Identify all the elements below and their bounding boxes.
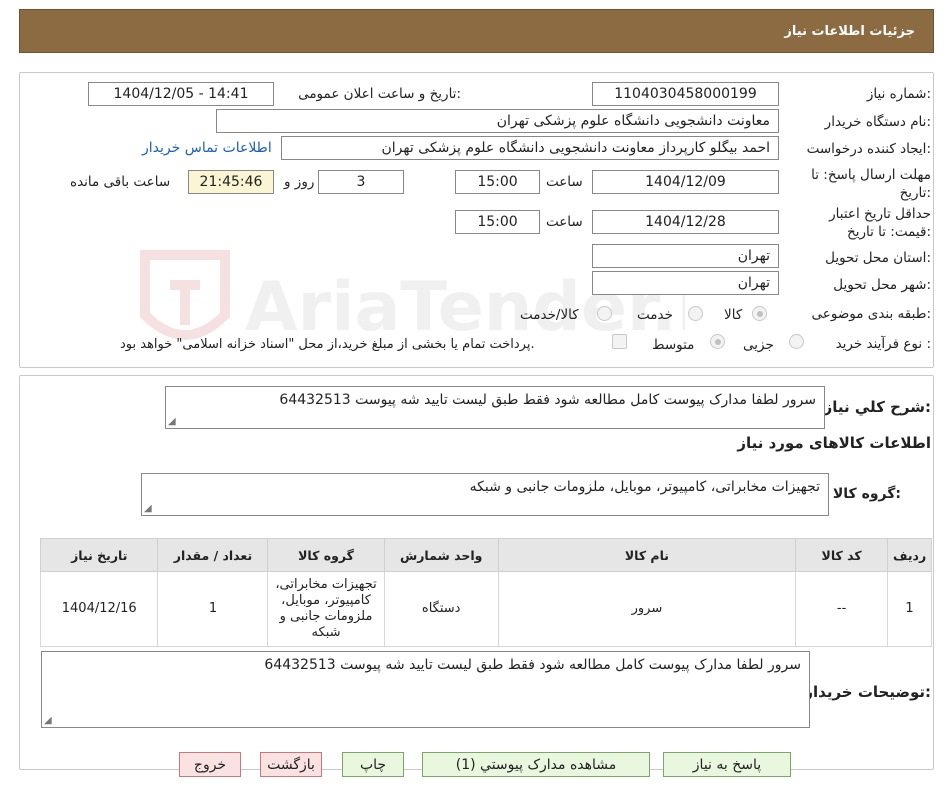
need-number-label: شماره نیاز: xyxy=(866,86,931,102)
remaining-time-label: ساعت باقی مانده xyxy=(70,174,171,190)
col-qty: تعداد / مقدار xyxy=(157,538,269,572)
announce-field: 1404/12/05 - 14:41 xyxy=(88,82,274,106)
col-code: کد کالا xyxy=(795,538,889,572)
city-field: تهران xyxy=(592,271,779,295)
buyer-notes-text: سرور لطفا مدارک پیوست کامل مطالعه شود فق… xyxy=(264,657,801,673)
cell-row: 1 xyxy=(887,571,932,647)
validity-label-line2: قیمت: تا تاریخ: xyxy=(846,224,931,240)
cell-code: -- xyxy=(795,571,889,647)
col-date: تاریخ نیاز xyxy=(39,538,159,572)
reply-button[interactable]: پاسخ به نیاز xyxy=(663,752,791,777)
category-option-goods: کالا xyxy=(724,307,743,323)
cell-group: تجهیزات مخابراتی، کامپیوتر، موبایل، ملزو… xyxy=(267,571,385,647)
cell-group-line: ملزومات جانبی و xyxy=(279,609,373,624)
remaining-days-field: 3 xyxy=(318,170,404,194)
view-attachments-button[interactable]: مشاهده مدارک پیوستي (1) xyxy=(422,752,650,777)
resize-grip-icon[interactable]: ◢ xyxy=(144,503,152,514)
cell-date: 1404/12/16 xyxy=(39,571,159,647)
province-field: تهران xyxy=(592,244,779,268)
exit-button[interactable]: خروج xyxy=(179,752,241,777)
summary-textarea[interactable]: سرور لطفا مدارک پیوست کامل مطالعه شود فق… xyxy=(165,386,825,429)
page-header: جزئیات اطلاعات نیاز xyxy=(19,9,934,53)
col-group: گروه کالا xyxy=(267,538,385,572)
cell-group-line: کامپیوتر، موبایل، xyxy=(281,593,371,608)
items-table: ردیف کد کالا نام کالا واحد شمارش گروه کا… xyxy=(39,538,932,647)
validity-time-label: ساعت xyxy=(546,214,583,230)
province-label: استان محل تحویل: xyxy=(825,250,931,266)
need-number-field: 1104030458000199 xyxy=(592,82,779,106)
goods-group-text: تجهیزات مخابراتی، کامپیوتر، موبایل، ملزو… xyxy=(469,479,820,495)
buyer-notes-textarea[interactable]: سرور لطفا مدارک پیوست کامل مطالعه شود فق… xyxy=(41,651,810,728)
deadline-label-line2: تاریخ: xyxy=(899,185,931,201)
cell-group-line: شبکه xyxy=(311,625,341,640)
days-label: روز و xyxy=(284,174,315,190)
category-radio-both[interactable] xyxy=(597,306,612,321)
validity-time-field: 15:00 xyxy=(455,210,540,234)
category-label: طبقه بندی موضوعی: xyxy=(811,306,931,322)
cell-qty: 1 xyxy=(157,571,269,647)
cell-name: سرور xyxy=(497,571,797,647)
buyer-org-label: نام دستگاه خریدار: xyxy=(824,114,931,130)
buyer-notes-label: توضیحات خریدار: xyxy=(804,683,931,701)
resize-grip-icon[interactable]: ◢ xyxy=(168,416,176,427)
category-radio-service[interactable] xyxy=(688,306,703,321)
col-row: ردیف xyxy=(887,538,932,572)
deadline-label: مهلت ارسال پاسخ: تا تاریخ: xyxy=(811,166,931,202)
process-radio-medium[interactable] xyxy=(710,334,725,349)
process-option-medium: متوسط xyxy=(652,337,695,353)
cell-unit: دستگاه xyxy=(383,571,499,647)
table-row: 1 -- سرور دستگاه تجهیزات مخابراتی، کامپی… xyxy=(39,571,932,647)
back-button[interactable]: بازگشت xyxy=(260,752,322,777)
category-option-both: کالا/خدمت xyxy=(520,307,579,323)
table-header-row: ردیف کد کالا نام کالا واحد شمارش گروه کا… xyxy=(39,538,932,572)
process-radio-minor[interactable] xyxy=(789,334,804,349)
page-title: جزئیات اطلاعات نیاز xyxy=(784,23,915,39)
validity-date-field: 1404/12/28 xyxy=(592,210,779,234)
goods-section-title: اطلاعات کالاهای مورد نیاز xyxy=(737,434,931,452)
summary-text: سرور لطفا مدارک پیوست کامل مطالعه شود فق… xyxy=(279,392,816,408)
resize-grip-icon[interactable]: ◢ xyxy=(44,715,52,726)
creator-label: ایجاد کننده درخواست: xyxy=(806,141,931,157)
buyer-org-field: معاونت دانشجویی دانشگاه علوم پزشکی تهران xyxy=(216,109,779,133)
process-option-minor: جزیی xyxy=(743,337,774,353)
category-radio-goods[interactable] xyxy=(752,306,767,321)
summary-label: شرح کلي نياز: xyxy=(823,398,931,416)
goods-group-textarea[interactable]: تجهیزات مخابراتی، کامپیوتر، موبایل، ملزو… xyxy=(141,473,829,516)
validity-label: حداقل تاریخ اعتبار قیمت: تا تاریخ: xyxy=(829,205,931,241)
deadline-time-label: ساعت xyxy=(546,174,583,190)
buyer-contact-link[interactable]: اطلاعات تماس خریدار xyxy=(142,140,272,156)
print-button[interactable]: چاپ xyxy=(342,752,404,777)
validity-label-line1: حداقل تاریخ اعتبار xyxy=(829,206,931,222)
treasury-payment-checkbox[interactable] xyxy=(612,334,627,349)
announce-label: تاریخ و ساعت اعلان عمومی: xyxy=(298,86,461,102)
cell-group-line: تجهیزات مخابراتی، xyxy=(275,577,377,592)
col-name: نام کالا xyxy=(497,538,797,572)
col-unit: واحد شمارش xyxy=(383,538,499,572)
goods-group-label: گروه کالا: xyxy=(832,486,901,502)
deadline-date-field: 1404/12/09 xyxy=(592,170,779,194)
deadline-label-line1: مهلت ارسال پاسخ: تا xyxy=(811,167,931,183)
city-label: شهر محل تحویل: xyxy=(833,277,931,293)
deadline-time-field: 15:00 xyxy=(455,170,540,194)
category-option-service: خدمت xyxy=(637,307,673,323)
creator-field: احمد بیگلو کارپرداز معاونت دانشجویی دانش… xyxy=(281,136,779,160)
remaining-time-field: 21:45:46 xyxy=(188,170,274,194)
treasury-payment-note: پرداخت تمام یا بخشی از مبلغ خرید،از محل … xyxy=(120,337,535,352)
process-label: نوع فرآیند خرید : xyxy=(835,336,931,352)
